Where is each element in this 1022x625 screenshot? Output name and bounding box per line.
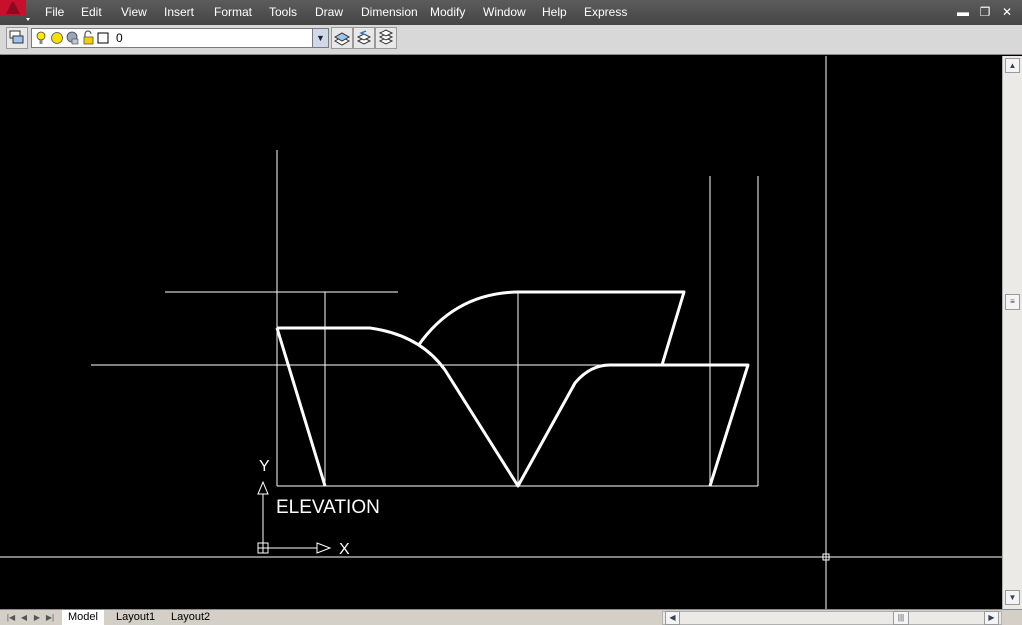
elevation-label: ELEVATION (276, 497, 380, 518)
drawing-canvas[interactable]: Y X ELEVATION (0, 56, 1002, 609)
model-space-drawing: Y X ELEVATION (0, 56, 1002, 609)
layer-states-button[interactable] (375, 27, 397, 49)
scroll-up-button[interactable]: ▲ (1005, 58, 1020, 73)
first-tab-icon[interactable]: |◀ (6, 611, 16, 624)
profile-polyline-main (277, 326, 750, 488)
menu-help[interactable]: Help (542, 5, 567, 19)
menu-draw[interactable]: Draw (315, 5, 343, 19)
next-tab-icon[interactable]: ▶ (32, 611, 42, 624)
menu-window[interactable]: Window (483, 5, 526, 19)
chevron-down-icon[interactable]: ▼ (312, 29, 328, 47)
layers-toolbar: 0 ▼ (0, 25, 1022, 55)
sun-thaw-icon[interactable] (51, 32, 63, 44)
scroll-left-button[interactable]: ◀ (665, 611, 680, 625)
make-object-layer-current-icon (333, 32, 351, 46)
ucs-x-label: X (339, 541, 350, 558)
menu-bar: File Edit View Insert Format Tools Draw … (0, 0, 1022, 25)
menu-insert[interactable]: Insert (164, 5, 194, 19)
scroll-right-button[interactable]: ▶ (984, 611, 999, 625)
layer-manager-button[interactable] (6, 27, 28, 49)
crosshair-cursor (0, 56, 1002, 609)
layer-states-icon (378, 29, 394, 45)
minimize-icon[interactable]: ▬ (956, 5, 970, 19)
menu-express[interactable]: Express (584, 5, 627, 19)
menu-view[interactable]: View (121, 5, 147, 19)
previous-tab-icon[interactable]: ◀ (19, 611, 29, 624)
menu-file[interactable]: File (45, 5, 64, 19)
restore-icon[interactable]: ❐ (978, 5, 992, 19)
profile-upper-curve (416, 290, 686, 366)
horizontal-scroll-thumb[interactable]: ||| (893, 611, 909, 625)
menu-edit[interactable]: Edit (81, 5, 102, 19)
layer-manager-icon (9, 30, 24, 44)
close-icon[interactable]: ✕ (1000, 5, 1014, 19)
tab-model[interactable]: Model (62, 610, 104, 625)
app-logo-icon[interactable] (0, 0, 32, 25)
menu-dimension[interactable]: Dimension (361, 5, 418, 19)
lightbulb-on-icon[interactable] (36, 31, 46, 44)
vertical-scrollbar[interactable]: ▲ ≡ ▼ (1002, 56, 1022, 609)
layout-tab-bar: |◀ ◀ ▶ ▶| Model Layout1 Layout2 ◀ ||| ▶ (0, 609, 1022, 625)
horizontal-scrollbar[interactable]: ◀ ||| ▶ (662, 611, 1002, 625)
lock-open-icon[interactable] (83, 30, 94, 45)
ucs-y-label: Y (259, 458, 270, 475)
menu-modify[interactable]: Modify (430, 5, 465, 19)
tab-layout2[interactable]: Layout2 (165, 610, 216, 625)
menu-format[interactable]: Format (214, 5, 252, 19)
layer-previous-icon (356, 30, 372, 45)
layer-previous-button[interactable] (353, 27, 375, 49)
layer-control-dropdown[interactable]: 0 ▼ (31, 28, 329, 48)
elevation-profile (275, 290, 750, 488)
profile-left-edge (275, 327, 327, 487)
color-swatch-icon[interactable] (97, 32, 109, 44)
menu-tools[interactable]: Tools (269, 5, 297, 19)
current-layer-name: 0 (116, 31, 123, 45)
scroll-down-button[interactable]: ▼ (1005, 590, 1020, 605)
viewport-freeze-icon[interactable] (66, 31, 79, 45)
last-tab-icon[interactable]: ▶| (45, 611, 55, 624)
tab-layout1[interactable]: Layout1 (110, 610, 161, 625)
construction-lines (91, 150, 759, 487)
make-object-layer-current-button[interactable] (331, 27, 353, 49)
vertical-scroll-thumb[interactable]: ≡ (1005, 294, 1020, 310)
